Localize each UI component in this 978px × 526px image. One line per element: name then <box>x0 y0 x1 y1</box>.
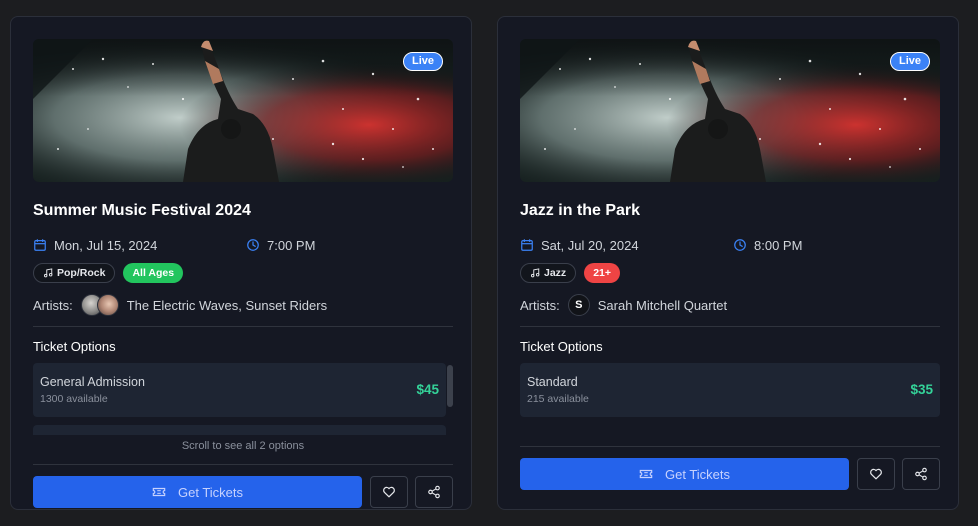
genre-tag-label: Jazz <box>544 267 567 279</box>
artist-names: Sarah Mitchell Quartet <box>597 297 728 313</box>
get-tickets-label: Get Tickets <box>177 484 244 500</box>
get-tickets-button[interactable]: Get Tickets <box>520 458 849 490</box>
event-date-text: Sat, Jul 20, 2024 <box>541 237 639 253</box>
event-tags: Pop/Rock All Ages <box>33 263 184 283</box>
share-icon <box>427 485 441 499</box>
share-icon <box>914 467 928 481</box>
artists-row: Artists: The Electric Waves, Sunset Ride… <box>33 294 327 316</box>
scroll-hint: Scroll to see all 2 options <box>181 440 305 452</box>
ticket-list-scrollbar[interactable] <box>447 363 453 435</box>
event-card: Live Jazz in the Park Sat, Jul 20, 2024 … <box>497 16 959 510</box>
favorite-button[interactable] <box>857 458 895 490</box>
divider <box>33 326 453 327</box>
ticket-option[interactable]: Standard 215 available $35 <box>520 363 940 417</box>
ticket-icon <box>639 467 653 481</box>
ticket-icon <box>152 485 166 499</box>
event-time: 8:00 PM <box>733 236 802 254</box>
heart-icon <box>869 467 883 481</box>
clock-icon <box>246 238 260 252</box>
get-tickets-label: Get Tickets <box>664 466 731 482</box>
ticket-options-heading: Ticket Options <box>520 339 603 354</box>
music-note-icon <box>43 268 53 278</box>
ticket-option[interactable] <box>33 425 446 435</box>
divider <box>33 464 453 465</box>
ticket-availability: 215 available <box>527 393 589 405</box>
artist-avatar: S <box>567 294 590 316</box>
ticket-price: $45 <box>416 382 439 397</box>
favorite-button[interactable] <box>370 476 408 508</box>
age-restriction-tag: 21+ <box>584 263 620 283</box>
clock-icon <box>733 238 747 252</box>
music-note-icon <box>530 268 540 278</box>
artist-names: The Electric Waves, Sunset Riders <box>126 297 328 313</box>
ticket-availability: 1300 available <box>40 393 108 405</box>
genre-tag: Jazz <box>520 263 577 283</box>
event-title: Summer Music Festival 2024 <box>33 202 251 219</box>
event-title: Jazz in the Park <box>520 202 641 219</box>
calendar-icon <box>520 238 534 252</box>
share-button[interactable] <box>415 476 453 508</box>
event-date: Mon, Jul 15, 2024 <box>33 236 157 254</box>
event-tags: Jazz 21+ <box>520 263 620 283</box>
live-badge: Live <box>889 52 930 71</box>
artists-label: Artists: <box>33 297 73 313</box>
genre-tag: Pop/Rock <box>33 263 116 283</box>
artist-avatars <box>80 294 119 316</box>
live-badge: Live <box>402 52 443 71</box>
divider <box>520 446 940 447</box>
artists-row: Artists: S Sarah Mitchell Quartet <box>520 294 727 316</box>
event-time-text: 8:00 PM <box>754 237 803 253</box>
share-button[interactable] <box>902 458 940 490</box>
scrollbar-thumb[interactable] <box>447 365 453 407</box>
event-date-text: Mon, Jul 15, 2024 <box>54 237 158 253</box>
divider <box>520 326 940 327</box>
age-restriction-tag: All Ages <box>123 263 184 283</box>
ticket-price: $35 <box>910 382 933 397</box>
heart-icon <box>382 485 396 499</box>
ticket-options-heading: Ticket Options <box>33 339 116 354</box>
genre-tag-label: Pop/Rock <box>57 267 106 279</box>
event-date: Sat, Jul 20, 2024 <box>520 236 639 254</box>
event-image: Live <box>520 39 940 182</box>
event-time: 7:00 PM <box>246 236 315 254</box>
ticket-option[interactable]: General Admission 1300 available $45 <box>33 363 446 417</box>
artist-avatars: S <box>567 294 590 316</box>
calendar-icon <box>33 238 47 252</box>
artists-label: Artists: <box>520 297 560 313</box>
event-image: Live <box>33 39 453 182</box>
get-tickets-button[interactable]: Get Tickets <box>33 476 362 508</box>
ticket-name: General Admission <box>40 375 145 389</box>
event-time-text: 7:00 PM <box>267 237 316 253</box>
ticket-name: Standard <box>527 375 578 389</box>
artist-avatar <box>96 294 119 316</box>
event-card: Live Summer Music Festival 2024 Mon, Jul… <box>10 16 472 510</box>
